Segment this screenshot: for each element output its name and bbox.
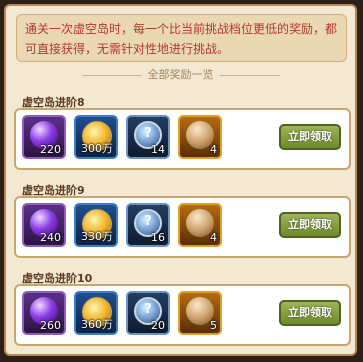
reward-row: 220 300万 ? 14 4 立即领取 [14, 108, 351, 170]
intro-text: 通关一次虚空岛时，每一个比当前挑战档位更低的奖励，都可直接获得，无需针对性地进行… [16, 14, 347, 62]
claim-button[interactable]: 立即领取 [279, 300, 341, 326]
reward-item[interactable]: ? 16 [126, 203, 170, 247]
claim-button[interactable]: 立即领取 [279, 212, 341, 238]
reward-panel: 通关一次虚空岛时，每一个比当前挑战档位更低的奖励，都可直接获得，无需针对性地进行… [4, 4, 357, 356]
item-count: 4 [210, 231, 217, 244]
item-count: 16 [151, 231, 165, 244]
section-title: 全部奖励一览 [6, 66, 355, 82]
reward-item[interactable]: 4 [178, 203, 222, 247]
reward-row: 260 360万 ? 20 5 立即领取 [14, 284, 351, 346]
reward-item[interactable]: 5 [178, 291, 222, 335]
item-count: 360万 [81, 318, 113, 331]
item-count: 5 [210, 319, 217, 332]
reward-item[interactable]: 240 [22, 203, 66, 247]
reward-item[interactable]: 360万 [74, 291, 118, 335]
item-count: 300万 [81, 142, 113, 155]
reward-item[interactable]: 300万 [74, 115, 118, 159]
reward-item[interactable]: ? 14 [126, 115, 170, 159]
reward-item[interactable]: 330万 [74, 203, 118, 247]
item-count: 14 [151, 143, 165, 156]
reward-item[interactable]: 220 [22, 115, 66, 159]
reward-item[interactable]: ? 20 [126, 291, 170, 335]
item-count: 330万 [81, 230, 113, 243]
reward-item[interactable]: 4 [178, 115, 222, 159]
item-count: 240 [40, 231, 61, 244]
item-count: 260 [40, 319, 61, 332]
reward-row: 240 330万 ? 16 4 立即领取 [14, 196, 351, 258]
item-count: 20 [151, 319, 165, 332]
reward-item[interactable]: 260 [22, 291, 66, 335]
item-count: 220 [40, 143, 61, 156]
item-count: 4 [210, 143, 217, 156]
claim-button[interactable]: 立即领取 [279, 124, 341, 150]
